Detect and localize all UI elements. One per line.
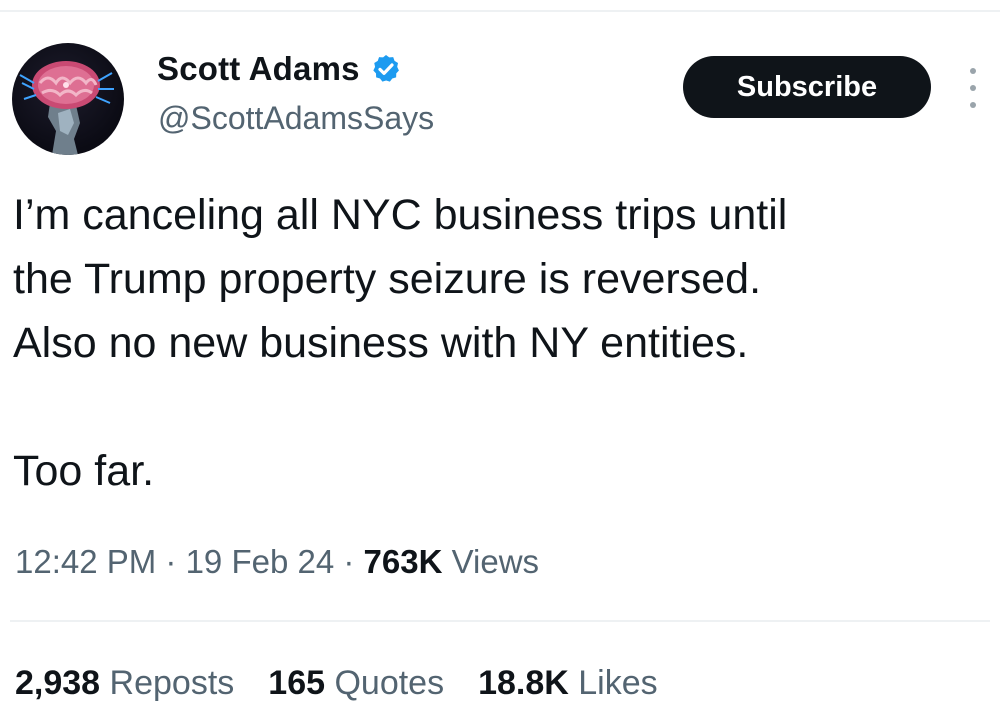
likes-label: Likes <box>568 664 658 702</box>
views-count[interactable]: 763K <box>364 543 443 580</box>
reposts-label: Reposts <box>100 664 235 702</box>
likes-stat[interactable]: 18.8K Likes <box>478 664 658 703</box>
more-dot <box>970 68 976 74</box>
reposts-count: 2,938 <box>15 664 101 702</box>
tweet-line: the Trump property seizure is reversed. <box>13 255 762 303</box>
views-label: Views <box>442 543 540 580</box>
more-dot <box>970 102 976 108</box>
tweet-time[interactable]: 12:42 PM <box>15 543 156 580</box>
tweet-meta: 12:42 PM · 19 Feb 24 · 763K Views <box>15 543 539 581</box>
author-name[interactable]: Scott Adams <box>157 50 360 88</box>
tweet-line: Also no new business with NY entities. <box>13 319 749 367</box>
quotes-count: 165 <box>268 664 326 702</box>
tweet-screenshot: Scott Adams @ScottAdamsSays Subscribe I’… <box>0 0 1000 709</box>
tweet-date[interactable]: 19 Feb 24 <box>186 543 335 580</box>
tweet-closing: Too far. <box>13 447 155 495</box>
more-vertical-icon[interactable] <box>964 68 982 108</box>
quotes-label: Quotes <box>325 664 445 702</box>
tweet-text: I’m canceling all NYC business trips unt… <box>13 183 983 503</box>
quotes-stat[interactable]: 165 Quotes <box>268 664 444 703</box>
reposts-stat[interactable]: 2,938 Reposts <box>15 664 234 703</box>
more-dot <box>970 85 976 91</box>
stats-divider <box>10 620 990 622</box>
brain-portrait-icon <box>19 61 114 155</box>
likes-count: 18.8K <box>478 664 569 702</box>
author-name-row[interactable]: Scott Adams <box>157 50 402 88</box>
engagement-stats: 2,938 Reposts 165 Quotes 18.8K Likes <box>15 664 658 703</box>
top-divider <box>0 10 1000 12</box>
verified-badge-icon[interactable] <box>370 53 402 85</box>
meta-separator: · <box>334 543 364 580</box>
avatar[interactable] <box>12 43 124 155</box>
subscribe-button[interactable]: Subscribe <box>683 56 931 118</box>
author-handle[interactable]: @ScottAdamsSays <box>158 100 434 137</box>
tweet-line: I’m canceling all NYC business trips unt… <box>13 191 788 239</box>
meta-separator: · <box>156 543 186 580</box>
